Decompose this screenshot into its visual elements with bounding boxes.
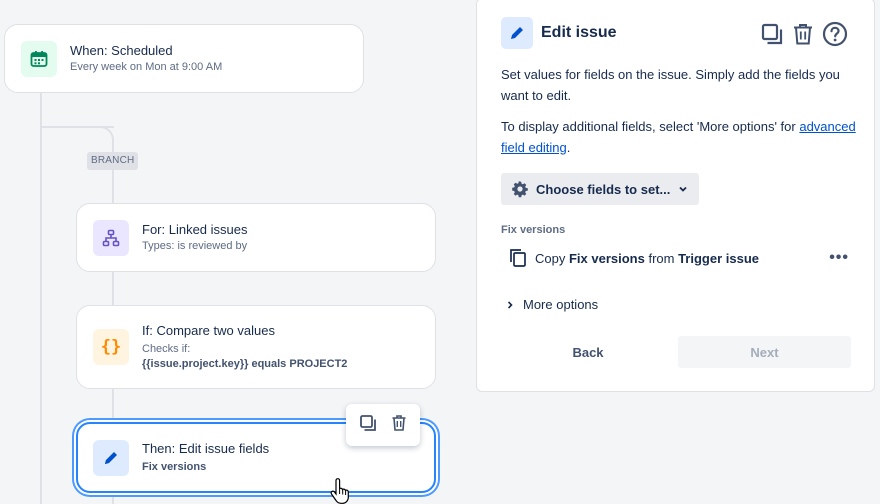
choose-fields-label: Choose fields to set... [536, 181, 671, 197]
panel-description: Set values for fields on the issue. Simp… [501, 67, 840, 103]
duplicate-icon[interactable] [760, 22, 784, 51]
calendar-icon [21, 40, 57, 77]
if-condition: {{issue.project.key}} equals PROJECT2 [142, 357, 347, 372]
pencil-icon [501, 17, 533, 49]
trigger-title: When: Scheduled [70, 43, 173, 58]
hierarchy-icon [93, 219, 129, 256]
condition-rest: equals PROJECT2 [248, 358, 348, 370]
branch-badge: BRANCH [87, 152, 139, 170]
hand-pointer-icon [330, 478, 350, 504]
for-title: For: Linked issues [142, 222, 248, 237]
trigger-card[interactable]: When: Scheduled Every week on Mon at 9:0… [4, 24, 364, 93]
connector-line [40, 92, 42, 504]
copy-source: Trigger issue [678, 250, 759, 266]
if-card[interactable]: {} If: Compare two values Checks if: {{i… [76, 305, 436, 389]
panel-title: Edit issue [541, 24, 617, 41]
more-options-label: More options [523, 297, 599, 312]
copy-from: from [644, 250, 679, 266]
then-title: Then: Edit issue fields [142, 441, 270, 456]
trigger-subtitle: Every week on Mon at 9:00 AM [70, 61, 223, 73]
trash-icon[interactable] [791, 22, 815, 51]
braces-icon: {} [93, 329, 129, 365]
rule-canvas: When: Scheduled Every week on Mon at 9:0… [0, 0, 470, 504]
condition-variable: {{issue.project.key}} [142, 358, 249, 370]
copy-word: Copy [535, 250, 569, 266]
if-title: If: Compare two values [142, 323, 275, 338]
copy-description: Copy Fix versions from Trigger issue [535, 251, 759, 266]
fix-versions-label: Fix versions [501, 224, 566, 236]
more-options-toggle[interactable]: More options [505, 297, 598, 312]
more-actions-icon[interactable]: ••• [829, 249, 849, 267]
back-button[interactable]: Back [501, 336, 675, 368]
pencil-icon [93, 439, 129, 476]
for-card[interactable]: For: Linked issues Types: is reviewed by [76, 203, 436, 272]
panel-description-advanced: To display additional fields, select 'Mo… [501, 116, 861, 158]
chevron-down-icon [679, 186, 687, 192]
if-subtitle: Checks if: [142, 343, 191, 355]
panel-header: Edit issue [501, 17, 617, 49]
copy-icon [510, 249, 526, 267]
edit-issue-panel: Edit issue Set values for fields on the … [476, 0, 875, 392]
panel-actions [760, 21, 848, 52]
desc-text: To display additional fields, select 'Mo… [501, 119, 800, 134]
for-subtitle: Types: is reviewed by [142, 240, 248, 252]
help-icon[interactable] [822, 21, 848, 52]
fix-versions-row: Copy Fix versions from Trigger issue ••• [509, 248, 849, 268]
desc-period: . [566, 140, 571, 155]
gear-icon [512, 181, 528, 198]
copy-field: Fix versions [568, 250, 645, 266]
duplicate-icon[interactable] [359, 414, 377, 437]
card-action-bar [346, 404, 420, 446]
choose-fields-button[interactable]: Choose fields to set... [501, 173, 700, 205]
next-button[interactable]: Next [678, 336, 851, 368]
connector-curve [92, 126, 114, 148]
trash-icon[interactable] [390, 414, 408, 437]
chevron-right-icon [507, 300, 513, 309]
then-subtitle: Fix versions [142, 461, 207, 473]
